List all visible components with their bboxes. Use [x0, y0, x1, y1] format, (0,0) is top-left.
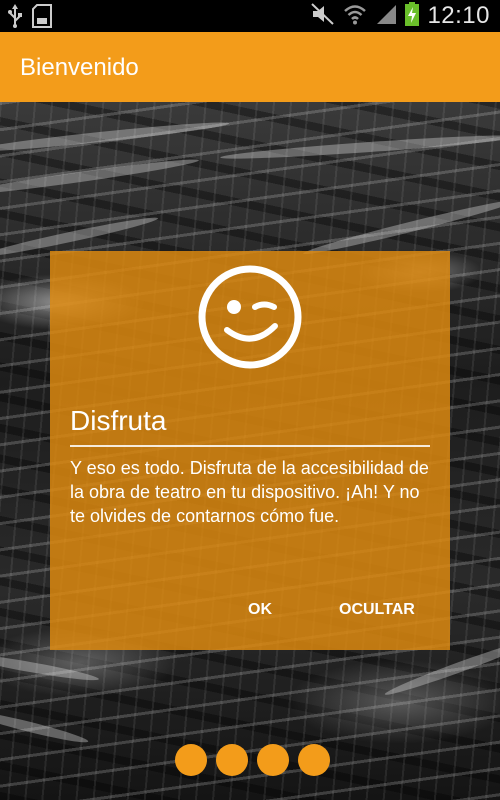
page-dot-4[interactable] [298, 744, 330, 776]
ok-button[interactable]: OK [248, 601, 272, 619]
wifi-icon [343, 3, 367, 30]
app-bar: Bienvenido [0, 32, 500, 102]
enjoy-dialog: Disfruta Y eso es todo. Disfruta de la a… [50, 251, 450, 650]
signal-icon [375, 3, 397, 30]
mute-icon [311, 2, 335, 30]
status-bar: 12:10 [0, 0, 500, 32]
page-dot-1[interactable] [175, 744, 207, 776]
status-time: 12:10 [427, 2, 490, 29]
page-dot-2[interactable] [216, 744, 248, 776]
sd-card-icon [32, 4, 52, 33]
usb-icon [8, 4, 22, 33]
page-indicator [175, 744, 330, 776]
dialog-message: Y eso es todo. Disfruta de la accesibili… [70, 458, 429, 526]
dialog-title: Disfruta [70, 405, 167, 436]
battery-charging-icon [405, 1, 420, 31]
wink-smiley-icon [197, 264, 303, 370]
hide-button[interactable]: OCULTAR [339, 601, 415, 619]
dialog-divider [70, 445, 430, 447]
page-dot-3[interactable] [257, 744, 289, 776]
app-title: Bienvenido [20, 54, 139, 81]
